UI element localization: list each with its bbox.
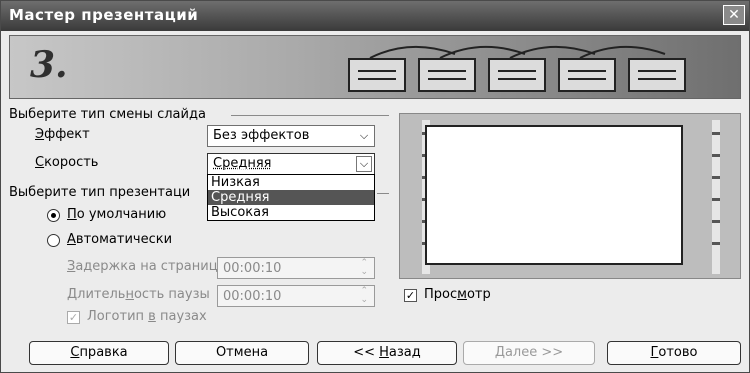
chevron-down-icon[interactable]: ⌵ (356, 156, 372, 172)
default-radio[interactable] (47, 209, 60, 222)
next-button[interactable]: Далее >> (463, 341, 595, 365)
auto-radio-label: Автоматически (67, 232, 173, 247)
step4-document-icon (558, 58, 616, 92)
default-radio-label: По умолчанию (67, 207, 167, 222)
spin-arrows-icon[interactable]: ⌃ ⌄ (360, 287, 368, 305)
pause-value: 00:00:10 (223, 289, 282, 304)
logo-checkbox-label: Логотип в паузах (87, 309, 207, 324)
delay-spinbox[interactable]: 00:00:10 ⌃ ⌄ (217, 257, 375, 279)
delay-label: Задержка на страниц (67, 259, 218, 274)
speed-option-high[interactable]: Высокая (208, 205, 374, 220)
slide-preview (425, 125, 683, 265)
finish-button[interactable]: Готово (607, 341, 741, 365)
speed-option-medium[interactable]: Средняя (208, 190, 374, 205)
group-divider (377, 193, 389, 194)
effect-label: Эффект (35, 127, 90, 142)
preview-checkbox-label: Просмотр (424, 287, 491, 302)
step3-document-icon (488, 58, 546, 92)
speed-option-low[interactable]: Низкая (208, 175, 374, 190)
back-button[interactable]: << Назад (317, 341, 457, 365)
pause-label: Длительность паузы (67, 287, 210, 302)
speed-dropdown-list: Низкая Средняя Высокая (207, 174, 375, 221)
pause-spinbox[interactable]: 00:00:10 ⌃ ⌄ (217, 285, 375, 307)
speed-dropdown[interactable]: Средняя ⌵ (207, 153, 375, 175)
auto-radio[interactable] (47, 234, 60, 247)
close-button[interactable]: ✕ (723, 5, 745, 25)
wizard-banner: 3. (9, 35, 741, 99)
help-button[interactable]: Справка (29, 341, 169, 365)
title-bar: Мастер презентаций ✕ (1, 1, 749, 31)
group-divider (231, 115, 389, 116)
window-title: Мастер презентаций (9, 6, 199, 24)
step5-document-icon (628, 58, 686, 92)
presentation-wizard-window: Мастер презентаций ✕ 3. Выберите тип сме… (0, 0, 750, 373)
speed-label: Скорость (35, 155, 99, 170)
cancel-button[interactable]: Отмена (175, 341, 309, 365)
speed-value: Средняя (213, 156, 272, 171)
step1-document-icon (348, 58, 406, 92)
effect-dropdown[interactable]: Без эффектов ⌵ (207, 125, 375, 147)
spin-arrows-icon[interactable]: ⌃ ⌄ (360, 259, 368, 277)
step2-document-icon (418, 58, 476, 92)
effect-value: Без эффектов (213, 128, 310, 143)
chevron-down-icon[interactable]: ⌵ (356, 128, 372, 144)
transition-group-label: Выберите тип смены слайда (9, 107, 206, 122)
presentation-group-label: Выберите тип презентаци (9, 185, 191, 200)
delay-value: 00:00:10 (223, 261, 282, 276)
logo-checkbox[interactable]: ✓ (67, 311, 80, 324)
preview-checkbox[interactable]: ✓ (404, 289, 417, 302)
